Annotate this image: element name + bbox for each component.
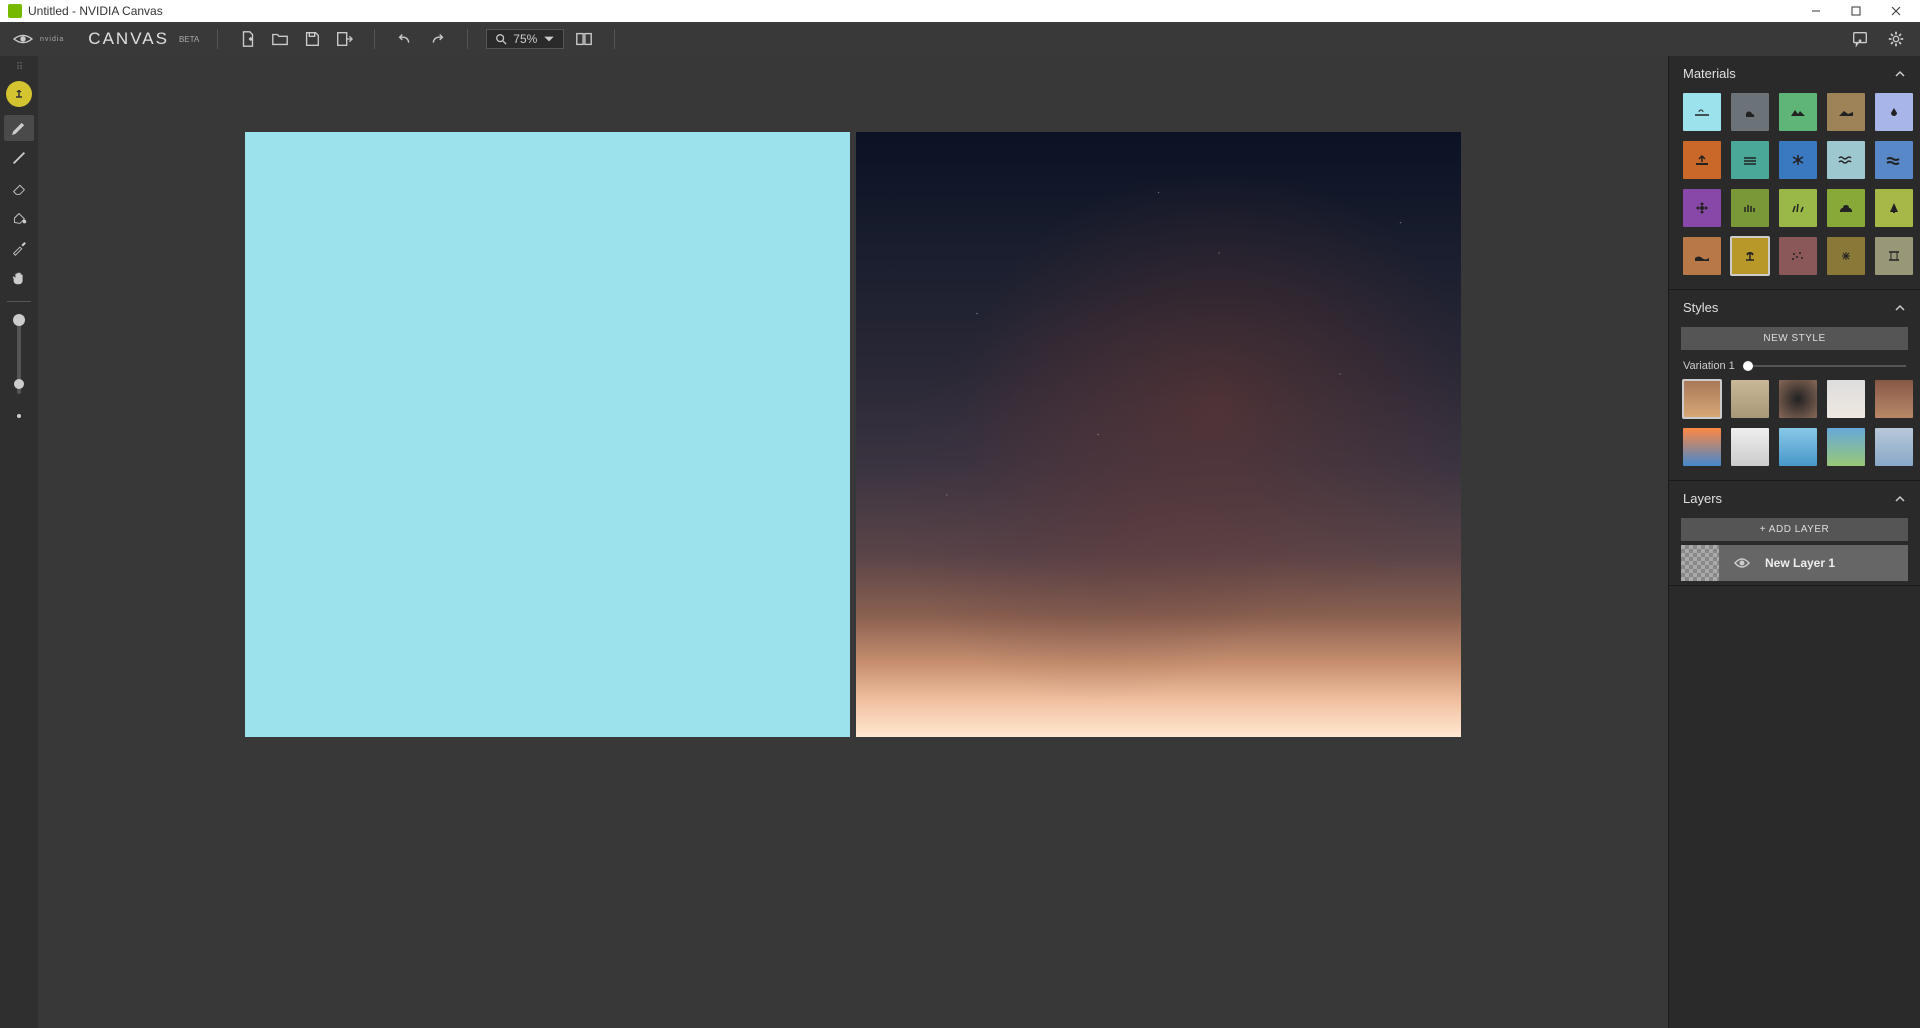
app-name: CANVAS (88, 29, 169, 49)
style-rocky-mtn[interactable] (1875, 380, 1913, 418)
export-button[interactable] (332, 27, 356, 51)
undo-button[interactable] (393, 27, 417, 51)
open-file-button[interactable] (268, 27, 292, 51)
style-lake[interactable] (1779, 428, 1817, 466)
new-file-button[interactable] (236, 27, 260, 51)
layers-title: Layers (1683, 491, 1722, 506)
tool-sidebar: ⠿ (0, 56, 38, 1028)
line-tool[interactable] (4, 145, 34, 171)
style-snowy-peak[interactable] (1827, 380, 1865, 418)
brush-size-slider[interactable] (17, 324, 21, 394)
size-min-indicator (17, 414, 21, 418)
pan-tool[interactable] (4, 265, 34, 291)
material-water-2[interactable] (1875, 141, 1913, 179)
material-bush[interactable] (1827, 189, 1865, 227)
rendered-canvas (856, 132, 1461, 737)
layer-name: New Layer 1 (1765, 556, 1835, 570)
brush-tool[interactable] (4, 115, 34, 141)
eraser-tool[interactable] (4, 175, 34, 201)
app-icon (8, 4, 22, 18)
variation-label: Variation 1 (1683, 360, 1735, 372)
size-thumb[interactable] (14, 379, 24, 389)
right-panel: Materials Styles NEW STYLE Variation 1 L… (1668, 56, 1920, 1028)
layer-thumbnail (1681, 545, 1719, 581)
window-title: Untitled - NVIDIA Canvas (28, 4, 163, 18)
canvas-area (38, 56, 1668, 1028)
minimize-button[interactable] (1796, 0, 1836, 22)
maximize-button[interactable] (1836, 0, 1876, 22)
material-hill[interactable] (1827, 93, 1865, 131)
style-coast[interactable] (1875, 428, 1913, 466)
style-alpine[interactable] (1827, 428, 1865, 466)
size-max-indicator (13, 314, 25, 326)
material-mountain[interactable] (1779, 93, 1817, 131)
chevron-up-icon (1894, 68, 1906, 80)
material-building[interactable] (1875, 237, 1913, 275)
materials-header[interactable]: Materials (1669, 56, 1920, 89)
layer-visibility-toggle[interactable] (1727, 557, 1757, 569)
compare-view-button[interactable] (572, 27, 596, 51)
material-dirt[interactable] (1683, 141, 1721, 179)
layers-header[interactable]: Layers (1669, 481, 1920, 514)
material-snow[interactable] (1779, 141, 1817, 179)
eyedropper-tool[interactable] (4, 235, 34, 261)
chevron-up-icon (1894, 302, 1906, 314)
style-beach[interactable] (1731, 380, 1769, 418)
brand-logo: nvidia (12, 30, 64, 48)
add-layer-button[interactable]: + ADD LAYER (1681, 518, 1908, 541)
material-cloud[interactable] (1731, 93, 1769, 131)
style-desert-arch[interactable] (1683, 380, 1721, 418)
window-titlebar: Untitled - NVIDIA Canvas (0, 0, 1920, 22)
styles-title: Styles (1683, 300, 1718, 315)
material-water-1[interactable] (1827, 141, 1865, 179)
redo-button[interactable] (425, 27, 449, 51)
save-file-button[interactable] (300, 27, 324, 51)
materials-title: Materials (1683, 66, 1736, 81)
fill-tool[interactable] (4, 205, 34, 231)
segmentation-canvas[interactable] (245, 132, 850, 737)
material-rock-2[interactable] (1827, 237, 1865, 275)
search-icon (495, 33, 507, 45)
zoom-control[interactable]: 75% (486, 29, 564, 49)
styles-header[interactable]: Styles (1669, 290, 1920, 323)
new-style-button[interactable]: NEW STYLE (1681, 327, 1908, 350)
zoom-value: 75% (513, 32, 537, 46)
material-tree-2[interactable] (1731, 237, 1769, 275)
style-winter[interactable] (1731, 428, 1769, 466)
material-rock-1[interactable] (1779, 237, 1817, 275)
beta-badge: BETA (179, 35, 199, 44)
style-cave[interactable] (1779, 380, 1817, 418)
material-water-drop[interactable] (1875, 93, 1913, 131)
material-sky[interactable] (1683, 93, 1721, 131)
material-grass-1[interactable] (1731, 189, 1769, 227)
app-toolbar: nvidia CANVAS BETA 75% (0, 22, 1920, 56)
layer-row[interactable]: New Layer 1 (1681, 545, 1908, 581)
material-flower[interactable] (1683, 189, 1721, 227)
variation-slider[interactable] (1745, 365, 1906, 367)
close-button[interactable] (1876, 0, 1916, 22)
chevron-up-icon (1894, 493, 1906, 505)
material-grass-2[interactable] (1779, 189, 1817, 227)
material-sand[interactable] (1683, 237, 1721, 275)
material-tree[interactable] (1875, 189, 1913, 227)
chevron-down-icon (543, 33, 555, 45)
current-material-swatch[interactable] (6, 81, 32, 107)
brand-vendor: nvidia (40, 36, 64, 43)
grip-icon: ⠿ (16, 62, 22, 73)
settings-button[interactable] (1884, 27, 1908, 51)
feedback-button[interactable] (1848, 27, 1872, 51)
material-fog[interactable] (1731, 141, 1769, 179)
style-sunset[interactable] (1683, 428, 1721, 466)
